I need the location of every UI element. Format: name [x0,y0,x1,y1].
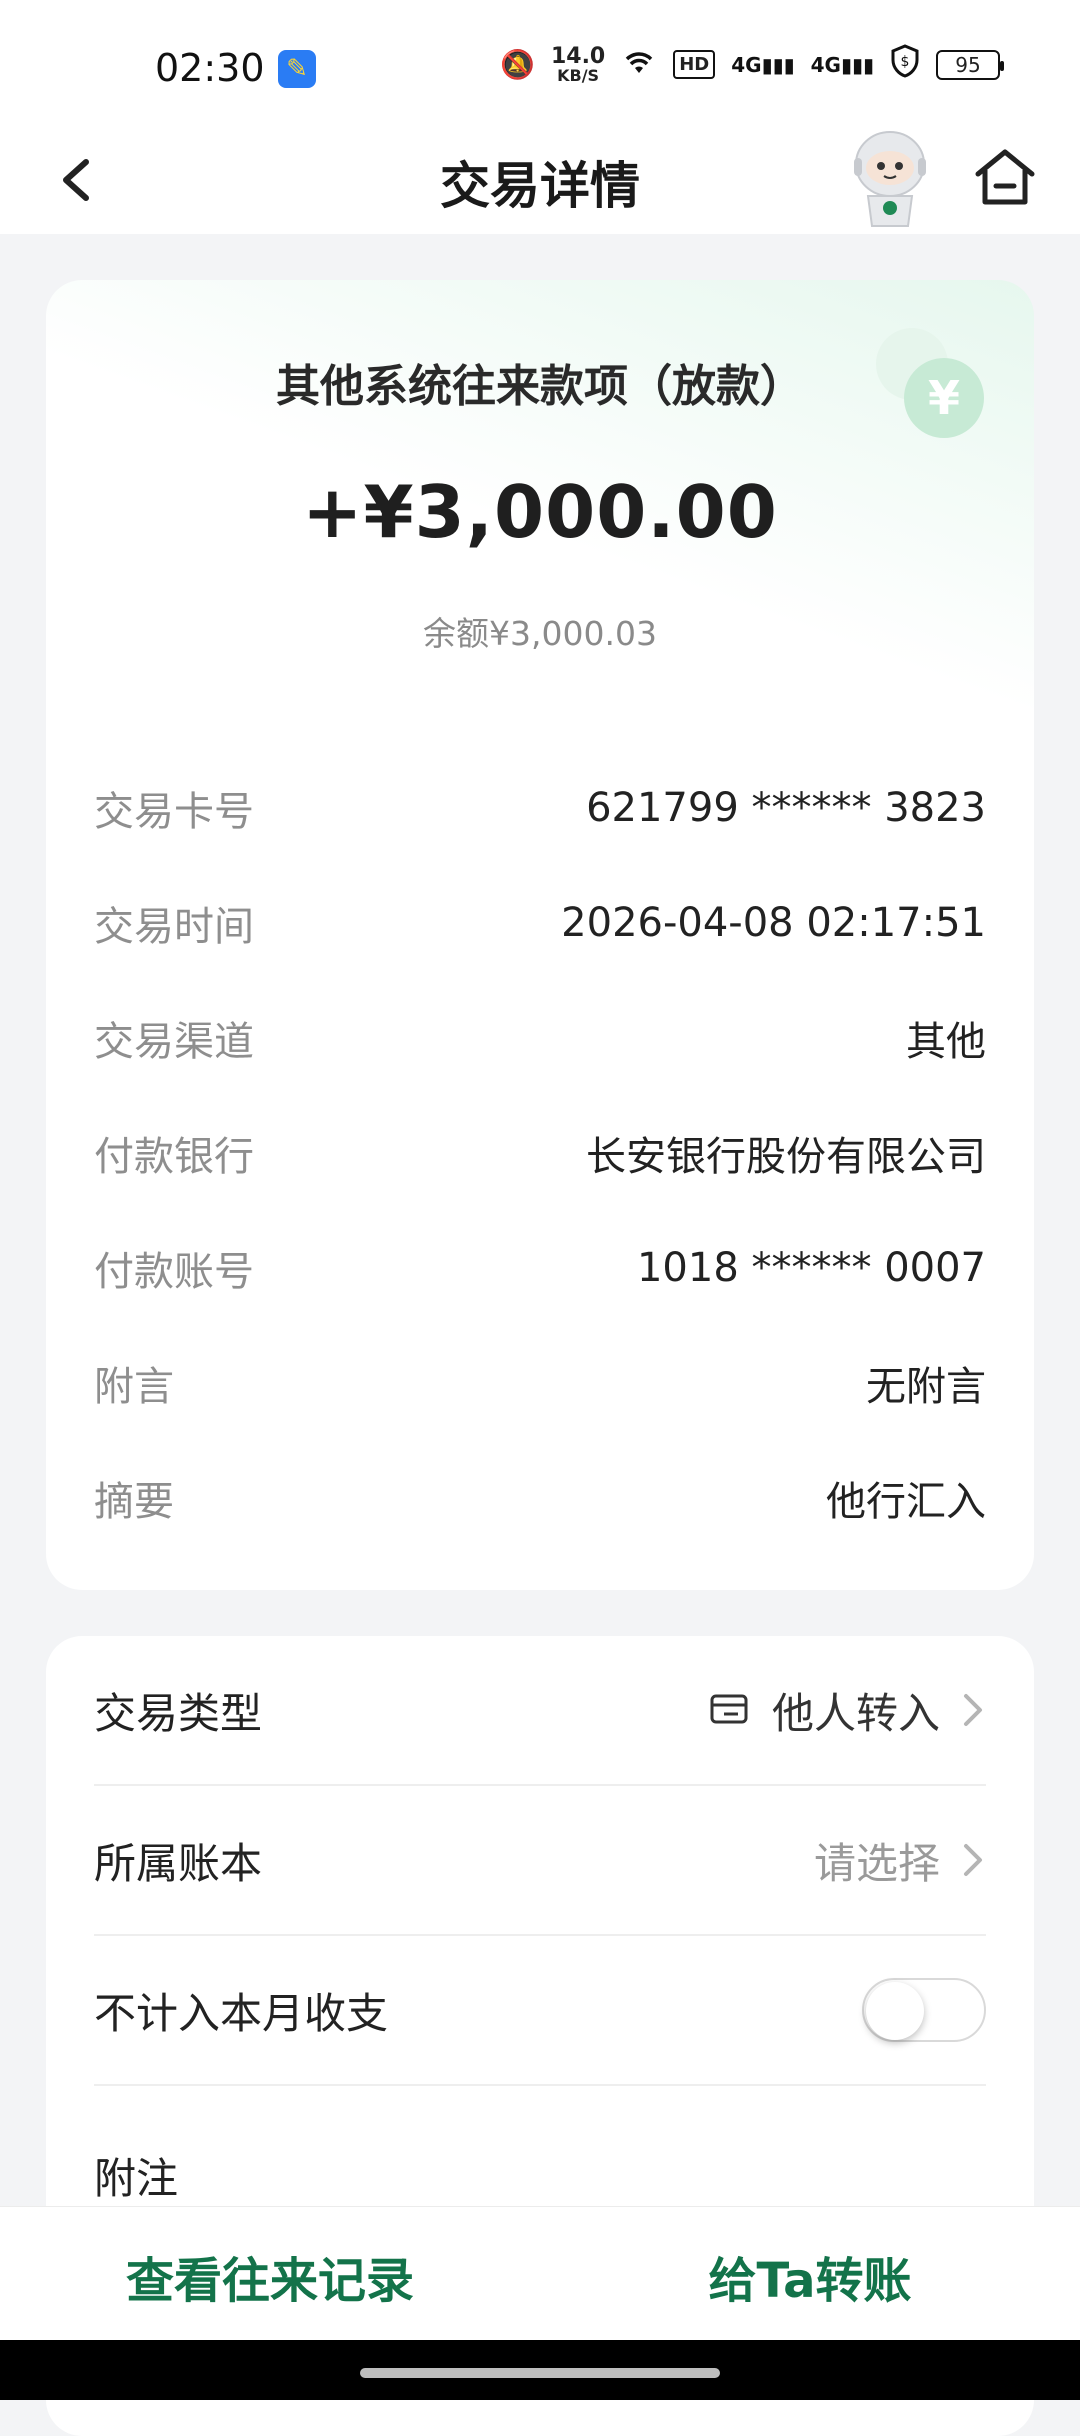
nav-bar: 交易详情 [0,130,1080,234]
detail-row-card-number: 交易卡号 621799 ****** 3823 [94,750,986,865]
account-book-selector[interactable]: 请选择 [814,1830,986,1891]
detail-row-summary: 摘要 他行汇入 [94,1440,986,1555]
detail-row-payer-account: 付款账号 1018 ****** 0007 [94,1210,986,1325]
signal-label-2: 4G [810,52,841,77]
signal-icon-2: 4G▮▮▮ [810,52,874,77]
detail-value: 1018 ****** 0007 [636,1244,986,1291]
home-icon [975,149,1035,205]
svg-text:$: $ [901,54,910,70]
chevron-right-icon [964,1694,982,1726]
signal-label-1: 4G [731,52,762,77]
account-balance: 余额¥3,000.03 [423,614,657,653]
exclude-monthly-label: 不计入本月收支 [94,1988,389,2038]
net-speed-unit: KB/S [557,65,600,85]
detail-label: 附言 [94,1363,174,1410]
status-icons: 🔕 14.0 KB/S HD 4G▮▮▮ 4G▮▮▮ $ 95 [500,43,1004,85]
transaction-type-label: 交易类型 [94,1688,263,1738]
wifi-icon [621,46,657,83]
detail-row-channel: 交易渠道 其他 [94,980,986,1095]
note-label: 附注 [94,2154,179,2203]
detail-row-message: 附言 无附言 [94,1325,986,1440]
detail-row-payer-bank: 付款银行 长安银行股份有限公司 [94,1095,986,1210]
mute-icon: 🔕 [500,48,535,81]
exclude-monthly-row: 不计入本月收支 [94,1936,986,2086]
account-book-label: 所属账本 [94,1838,263,1888]
net-speed-value: 14.0 [550,43,606,69]
detail-label: 摘要 [94,1478,174,1525]
detail-value: 长安银行股份有限公司 [586,1133,986,1180]
app-notification-icon: ✎ [278,50,316,88]
detail-label: 付款账号 [94,1248,254,1295]
detail-label: 交易卡号 [94,788,254,835]
detail-value: 无附言 [866,1363,986,1410]
shield-dollar-icon: $ [890,44,920,85]
hd-icon: HD [673,50,716,79]
transaction-type-value: 他人转入 [771,1688,940,1738]
detail-value: 他行汇入 [826,1478,986,1525]
status-time: 02:30 [155,46,265,90]
transfer-in-icon [710,1694,748,1724]
view-history-button[interactable]: 查看往来记录 [0,2207,540,2345]
chevron-right-icon [964,1844,982,1876]
transaction-title: 其他系统往来款项（放款） [276,361,804,412]
note-row[interactable]: 附注 [94,2086,986,2206]
transfer-button[interactable]: 给Ta转账 [540,2207,1080,2345]
options-list: 交易类型 他人转入 所属账本 请选择 不计入本月收支 附注 [94,1636,986,2206]
detail-value: 621799 ****** 3823 [586,784,986,831]
home-button[interactable] [970,142,1040,212]
assistant-robot-icon[interactable] [840,122,940,232]
exclude-monthly-toggle[interactable] [862,1978,986,2042]
detail-label: 付款银行 [94,1133,254,1180]
detail-row-time: 交易时间 2026-04-08 02:17:51 [94,865,986,980]
detail-value: 其他 [906,1018,986,1065]
detail-list: 交易卡号 621799 ****** 3823 交易时间 2026-04-08 … [94,750,986,1555]
detail-label: 交易渠道 [94,1018,254,1065]
battery-icon: 95 [936,49,1004,80]
toggle-knob [866,1982,924,2040]
net-speed: 14.0 KB/S [550,43,606,85]
detail-label: 交易时间 [94,903,254,950]
transaction-card: ¥ 其他系统往来款项（放款） +¥3,000.00 余额¥3,000.03 交易… [46,280,1034,1590]
status-bar: 02:30 ✎ 🔕 14.0 KB/S HD 4G▮▮▮ 4G▮▮▮ $ 95 [0,0,1080,130]
signal-icon-1: 4G▮▮▮ [731,52,795,77]
account-book-row[interactable]: 所属账本 请选择 [94,1786,986,1936]
transaction-type-selector[interactable]: 他人转入 [708,1680,986,1741]
detail-value: 2026-04-08 02:17:51 [561,899,986,946]
account-book-value: 请选择 [813,1838,940,1888]
transaction-amount: +¥3,000.00 [302,470,778,554]
transaction-type-row[interactable]: 交易类型 他人转入 [94,1636,986,1786]
gesture-handle[interactable] [360,2368,720,2378]
